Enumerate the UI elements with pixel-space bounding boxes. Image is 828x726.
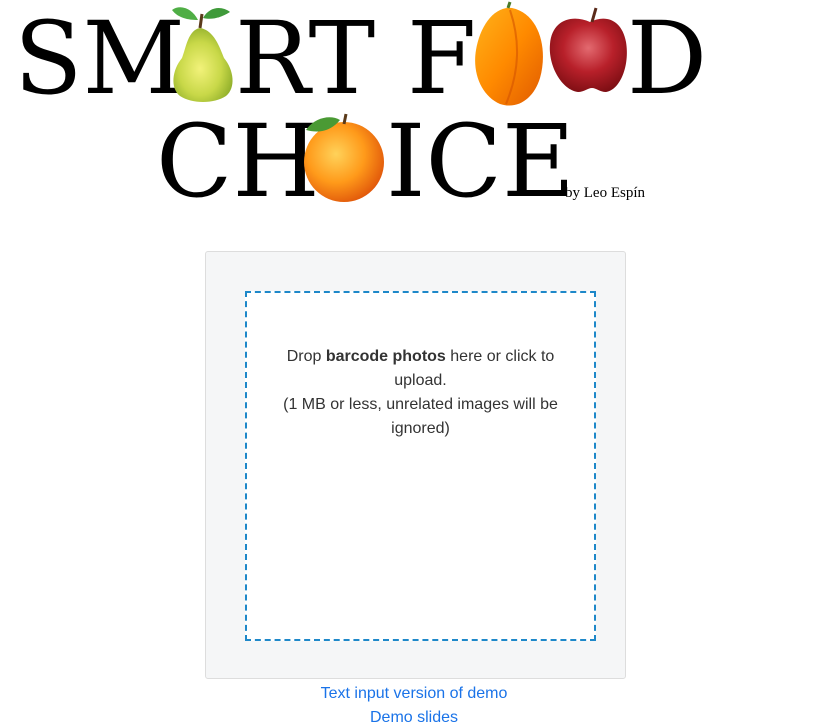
logo-row2-svg: CH ICE [156, 110, 575, 220]
text-input-demo-link[interactable]: Text input version of demo [0, 682, 828, 706]
logo-text-rt-f: RT F [235, 0, 476, 110]
logo: SM RT F D CH ICE by Leo Espín [0, 0, 828, 220]
page: SM RT F D CH ICE by Leo Espín Drop barco… [0, 0, 828, 726]
logo-row1-svg: SM RT F D [14, 0, 707, 110]
logo-text-d: D [627, 0, 707, 110]
logo-text-ice: ICE [386, 110, 575, 220]
dropzone-text-pre: Drop [286, 348, 326, 365]
footer-links: Text input version of demo Demo slides [0, 682, 828, 726]
logo-text-ch: CH [156, 110, 320, 220]
barcode-dropzone[interactable]: Drop barcode photos here or click to upl… [245, 291, 596, 641]
logo-text-sm: SM [14, 0, 185, 110]
apple-icon [549, 7, 627, 93]
demo-slides-link[interactable]: Demo slides [0, 706, 828, 726]
upload-card: Drop barcode photos here or click to upl… [205, 251, 626, 679]
dropzone-message: Drop barcode photos here or click to upl… [269, 345, 572, 441]
byline: by Leo Espín [565, 185, 645, 201]
mango-icon [475, 1, 543, 106]
dropzone-size-note: (1 MB or less, unrelated images will be … [283, 396, 558, 437]
dropzone-text-bold: barcode photos [325, 348, 446, 365]
orange-icon [304, 113, 384, 202]
